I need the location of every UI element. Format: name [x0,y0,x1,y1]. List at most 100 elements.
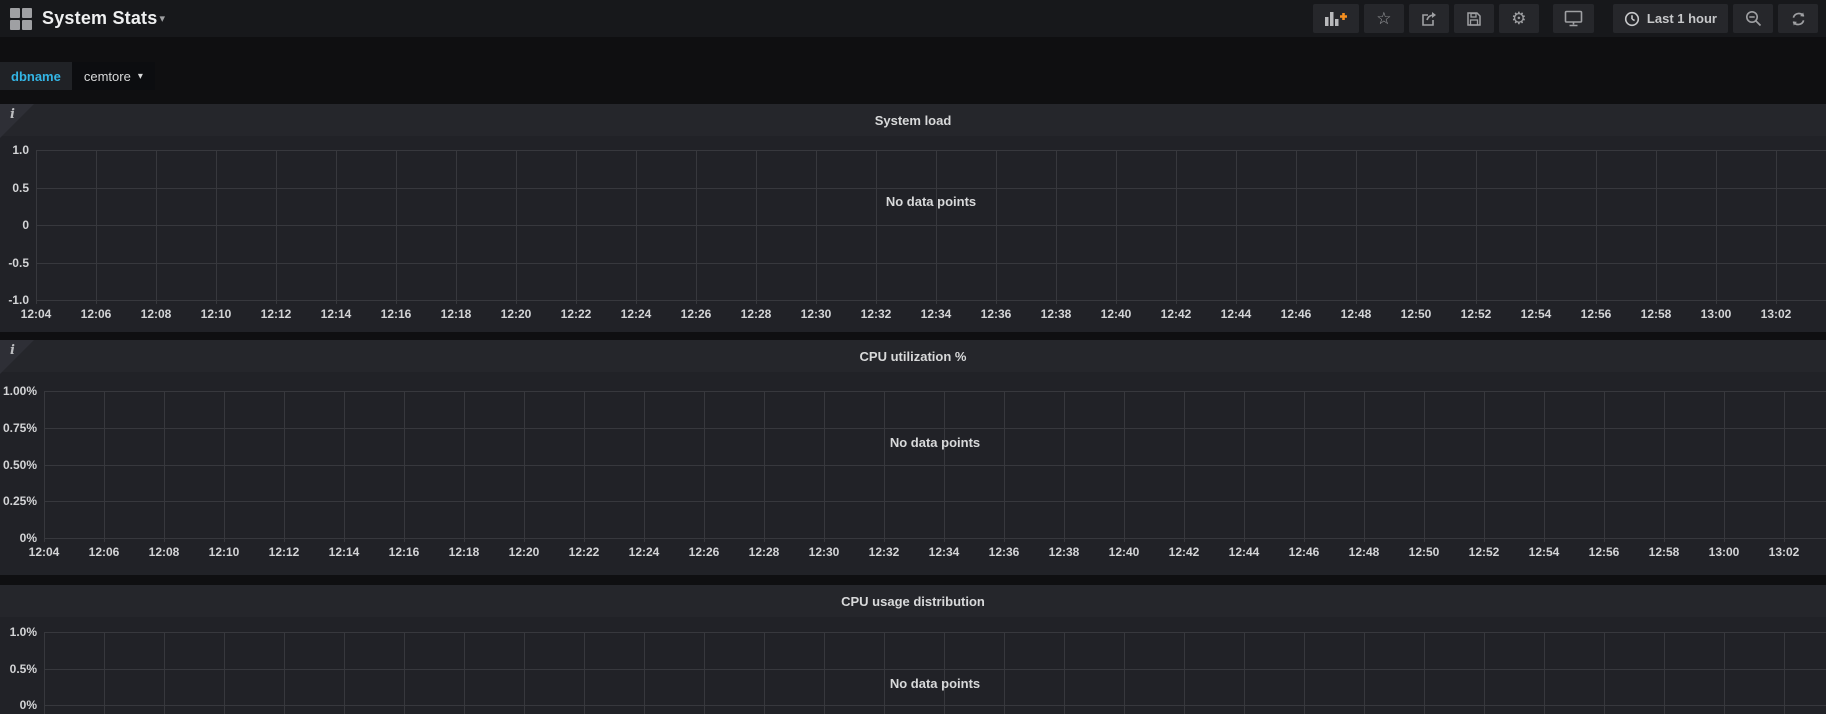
x-tick-label: 12:40 [1109,545,1140,559]
y-tick-label: -0.5 [8,256,36,270]
gridline-vertical [464,391,465,542]
gridline-vertical [816,150,817,304]
gridline-vertical [636,150,637,304]
save-icon [1466,11,1482,27]
top-navbar: System Stats ▾ ☆ [0,0,1826,37]
gridline-vertical [1544,391,1545,542]
settings-button[interactable]: ⚙ [1499,4,1539,33]
gridline-vertical [944,391,945,542]
refresh-button[interactable] [1778,4,1818,33]
dashboard-title[interactable]: System Stats ▾ [42,8,165,29]
x-tick-label: 12:26 [689,545,720,559]
plot-area: 1.00.50-0.5-1.012:0412:0612:0812:1012:12… [36,150,1826,304]
info-icon: i [10,107,15,122]
panel-title[interactable]: CPU usage distribution [0,585,1826,617]
gridline-vertical [1476,150,1477,304]
x-tick-label: 12:58 [1641,307,1672,321]
gridline-vertical [1184,391,1185,542]
add-panel-button[interactable] [1313,4,1359,33]
x-tick-label: 12:16 [381,307,412,321]
monitor-icon [1564,10,1583,27]
gridline-vertical [516,150,517,304]
plot-area: 1.0%0.5%0%No data points [44,632,1826,714]
gridline-vertical [584,391,585,542]
gridline-vertical [1604,632,1605,714]
gridline-vertical [1124,391,1125,542]
gridline-vertical [876,150,877,304]
gridline-vertical [884,391,885,542]
tv-mode-button[interactable] [1553,4,1594,33]
zoom-out-button[interactable] [1733,4,1773,33]
gridline-vertical [344,391,345,542]
variable-selected-value: cemtore [84,69,131,84]
x-tick-label: 12:58 [1649,545,1680,559]
gridline-vertical [524,632,525,714]
variable-value-dropdown[interactable]: cemtore ▾ [72,62,155,90]
x-tick-label: 12:50 [1401,307,1432,321]
gridline-vertical [1604,391,1605,542]
x-tick-label: 12:36 [989,545,1020,559]
time-range-button[interactable]: Last 1 hour [1613,4,1728,33]
gridline-vertical [456,150,457,304]
panel-info-corner[interactable]: i [0,340,34,374]
gridline-vertical [764,391,765,542]
x-tick-label: 13:02 [1769,545,1800,559]
gridline-vertical [704,391,705,542]
add-panel-icon [1324,10,1348,27]
panel-system-load: System load i 1.00.50-0.5-1.012:0412:061… [0,104,1826,332]
dashboard-picker-icon[interactable] [10,8,32,30]
gridline-vertical [996,150,997,304]
x-tick-label: 12:52 [1469,545,1500,559]
gridline-horizontal [44,391,1826,392]
panel-title[interactable]: CPU utilization % [0,340,1826,372]
gridline-vertical [284,391,285,542]
x-tick-label: 13:02 [1761,307,1792,321]
share-button[interactable] [1409,4,1449,33]
gridline-vertical [824,391,825,542]
gridline-vertical [1296,150,1297,304]
gridline-vertical [944,632,945,714]
x-tick-label: 12:12 [269,545,300,559]
panel-info-corner[interactable]: i [0,104,34,138]
x-tick-label: 12:42 [1161,307,1192,321]
gridline-vertical [644,391,645,542]
x-tick-label: 12:32 [869,545,900,559]
save-button[interactable] [1454,4,1494,33]
gridline-vertical [396,150,397,304]
x-tick-label: 12:36 [981,307,1012,321]
y-tick-label: 0% [20,531,44,545]
gridline-vertical [164,632,165,714]
gridline-vertical [756,150,757,304]
gridline-vertical [336,150,337,304]
star-button[interactable]: ☆ [1364,4,1404,33]
no-data-label: No data points [890,435,980,450]
panel-cpu-usage-distribution: CPU usage distribution 1.0%0.5%0%No data… [0,585,1826,714]
gridline-vertical [1116,150,1117,304]
gridline-vertical [404,391,405,542]
x-tick-label: 12:20 [509,545,540,559]
star-icon: ☆ [1376,10,1391,27]
x-tick-label: 12:50 [1409,545,1440,559]
gridline-vertical [344,632,345,714]
x-tick-label: 12:30 [809,545,840,559]
page-title: System Stats [42,8,157,29]
gridline-vertical [1716,150,1717,304]
gridline-horizontal [44,501,1826,502]
gridline-vertical [44,632,45,714]
x-tick-label: 12:08 [149,545,180,559]
x-tick-label: 12:40 [1101,307,1132,321]
x-tick-label: 12:04 [29,545,60,559]
gridline-vertical [1304,391,1305,542]
x-tick-label: 12:52 [1461,307,1492,321]
gridline-vertical [1664,391,1665,542]
gridline-vertical [1004,391,1005,542]
gridline-vertical [96,150,97,304]
gridline-vertical [644,632,645,714]
x-tick-label: 12:46 [1281,307,1312,321]
gridline-vertical [1236,150,1237,304]
gridline-horizontal [44,632,1826,633]
x-tick-label: 12:48 [1341,307,1372,321]
gridline-vertical [1184,632,1185,714]
y-tick-label: -1.0 [8,293,36,307]
panel-title[interactable]: System load [0,104,1826,136]
